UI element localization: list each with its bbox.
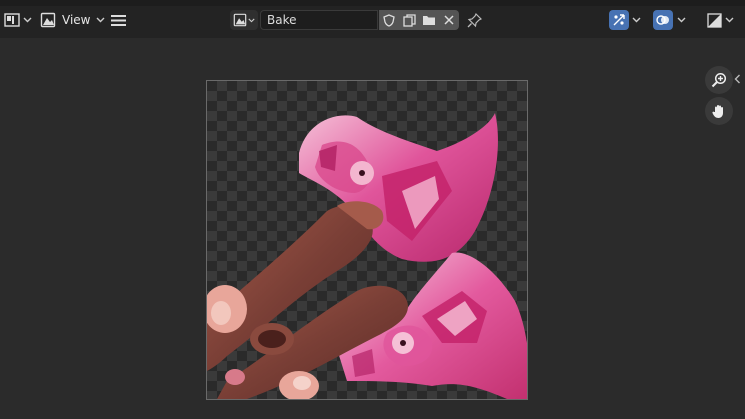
new-image-button[interactable] <box>399 10 419 30</box>
view-menu-label: View <box>62 13 91 27</box>
overlays-toggle[interactable] <box>653 10 673 30</box>
sidebar-toggle[interactable] <box>734 73 741 87</box>
chevron-down-icon <box>96 17 105 23</box>
overlays-icon <box>656 13 670 27</box>
chevron-down-icon <box>23 17 32 23</box>
baked-texture-image <box>207 113 527 399</box>
zoom-button[interactable] <box>705 66 733 94</box>
open-image-button[interactable] <box>419 10 439 30</box>
image-icon <box>40 12 56 28</box>
chevron-down-icon <box>248 18 255 23</box>
chevron-left-icon <box>734 74 741 84</box>
chevron-down-icon <box>677 17 686 23</box>
image-editor-header: View Bake <box>0 0 745 38</box>
image-editor-icon <box>4 12 20 28</box>
duplicate-icon <box>402 13 416 27</box>
unlink-image-button[interactable] <box>439 10 459 30</box>
folder-icon <box>422 14 436 26</box>
top-border <box>0 0 745 6</box>
hand-icon <box>711 103 727 119</box>
pin-button[interactable] <box>467 10 482 30</box>
close-icon <box>444 15 454 25</box>
editor-type-selector[interactable] <box>4 10 32 30</box>
chevron-down-icon <box>725 17 734 23</box>
view-menu[interactable]: View <box>40 10 105 30</box>
image-name-field[interactable]: Bake <box>260 10 378 30</box>
overlays-dropdown[interactable] <box>677 10 686 30</box>
image-canvas[interactable] <box>206 80 528 400</box>
hamburger-icon <box>111 14 126 27</box>
zoom-in-icon <box>711 72 727 88</box>
pin-icon <box>467 12 482 28</box>
display-channels-icon <box>707 12 722 28</box>
shield-icon <box>383 13 395 27</box>
browse-image-button[interactable] <box>230 10 258 30</box>
image-icon <box>233 13 247 27</box>
uv-sync-dropdown[interactable] <box>632 10 641 30</box>
pan-button[interactable] <box>705 97 733 125</box>
uv-sync-selection-toggle[interactable] <box>609 10 629 30</box>
uv-sync-icon <box>612 13 626 27</box>
chevron-down-icon <box>632 17 641 23</box>
display-channels-selector[interactable] <box>707 10 734 30</box>
menu-button[interactable] <box>111 10 126 30</box>
fake-user-button[interactable] <box>379 10 399 30</box>
